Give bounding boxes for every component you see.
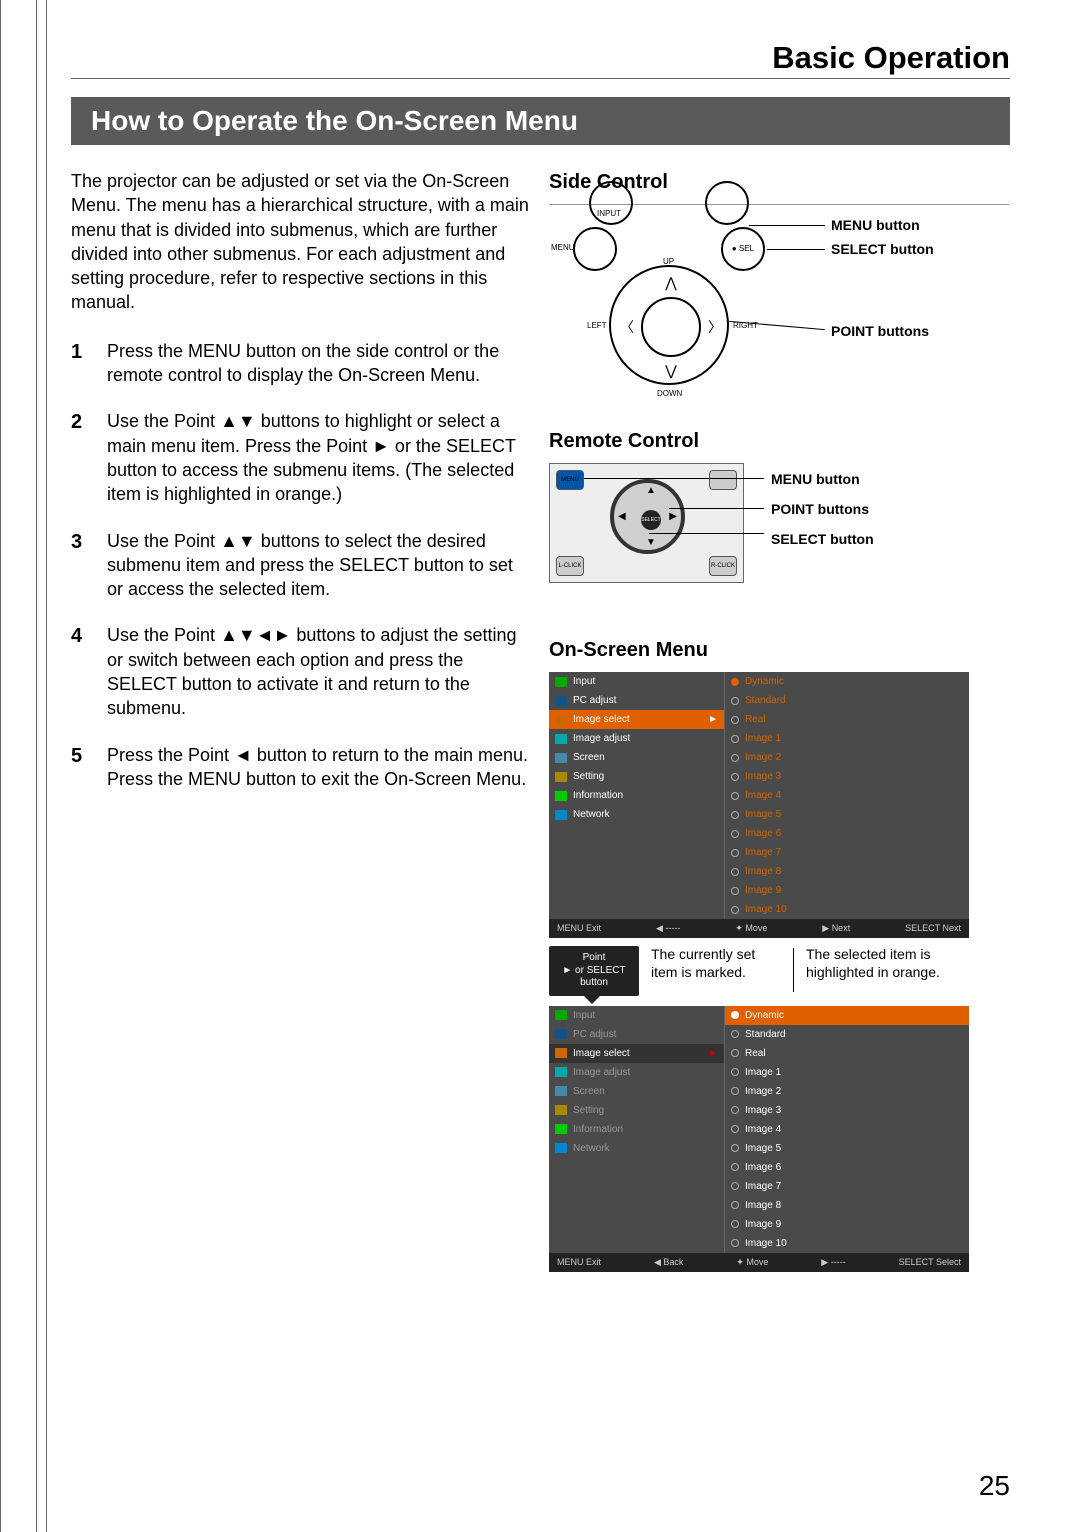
remote-rclick-icon: R-CLICK (709, 556, 737, 576)
remote-select-icon: SELECT (641, 510, 661, 530)
osm-right-item: Image 9 (725, 1215, 969, 1234)
step-1: Press the MENU button on the side contro… (71, 339, 531, 388)
footer-next: ▶ Next (822, 923, 850, 934)
osm-right-item: Image 2 (725, 748, 969, 767)
step-4: Use the Point ▲▼◄► buttons to adjust the… (71, 623, 531, 720)
osm-right-item: Standard (725, 691, 969, 710)
osm-left-item: Information (549, 786, 724, 805)
osm-right-item: Image 4 (725, 786, 969, 805)
input-button-icon (589, 181, 633, 225)
right-arrow-icon: 〉 (708, 317, 722, 337)
remote-diagram: MENU L-CLICK R-CLICK SELECT ▲ ▼ ◀ ▶ MENU… (549, 463, 1009, 613)
footer2-exit: MENU Exit (557, 1257, 601, 1268)
input-label: INPUT (597, 209, 621, 218)
osm-right-item: Image 8 (725, 862, 969, 881)
intro-text: The projector can be adjusted or set via… (71, 169, 531, 315)
menu-button-icon (573, 227, 617, 271)
osm-left-item: Setting (549, 767, 724, 786)
osm-left-item: Screen (549, 1082, 724, 1101)
point-tag: Point ► or SELECT button (549, 946, 639, 996)
footer2-select: SELECT Select (899, 1257, 961, 1268)
footer-select: SELECT Next (905, 923, 961, 934)
menu-label: MENU (551, 243, 575, 252)
menu-callout: MENU button (831, 217, 920, 233)
osm-left-item: Image adjust (549, 1063, 724, 1082)
footer-back: ◀ ----- (656, 923, 680, 934)
osm-left-item: Input (549, 1006, 724, 1025)
remote-corner-icon (709, 470, 737, 490)
footer2-back: ◀ Back (654, 1257, 683, 1268)
osm-right-item: Image 6 (725, 824, 969, 843)
osm-right-item: Image 6 (725, 1158, 969, 1177)
osm-right-item: Standard (725, 1025, 969, 1044)
osm-right-item: Image 9 (725, 881, 969, 900)
remote-point-callout: POINT buttons (771, 501, 869, 517)
osm-right-item: Image 1 (725, 1063, 969, 1082)
osm-right-item: Image 7 (725, 843, 969, 862)
point-wheel-icon: ⋀ ⋁ 〈 〉 (609, 265, 729, 385)
osm-right-item: Image 2 (725, 1082, 969, 1101)
side-control-diagram: INPUT MENU ● SEL ⋀ ⋁ 〈 〉 UP DOWN LEFT RI… (549, 204, 1009, 404)
select-button-icon: ● SEL (721, 227, 765, 271)
footer2-next: ▶ ----- (821, 1257, 845, 1268)
step-3: Use the Point ▲▼ buttons to select the d… (71, 529, 531, 602)
osm-right-item: Dynamic (725, 672, 969, 691)
remote-select-callout: SELECT button (771, 531, 874, 547)
osm-left-item: PC adjust (549, 1025, 724, 1044)
osm-right-item: Image 1 (725, 729, 969, 748)
osm-right-item: Image 4 (725, 1120, 969, 1139)
down-arrow-icon: ⋁ (665, 363, 676, 380)
osm-left-item: Information (549, 1120, 724, 1139)
select-callout: SELECT button (831, 241, 934, 257)
osm-panel-1: InputPC adjustImage select►Image adjustS… (549, 672, 969, 938)
osm-right-item: Image 3 (725, 767, 969, 786)
osm-left-item: Network (549, 805, 724, 824)
remote-lclick-icon: L-CLICK (556, 556, 584, 576)
osm-left-item: Input (549, 672, 724, 691)
osm-left-item: Image select► (549, 1044, 724, 1063)
remote-heading: Remote Control (549, 430, 1009, 453)
osm-right-item: Image 5 (725, 805, 969, 824)
osm-left-item: Network (549, 1139, 724, 1158)
point-callout: POINT buttons (831, 323, 929, 339)
up-arrow-icon: ⋀ (665, 275, 676, 292)
left-label: LEFT (587, 321, 607, 330)
remote-menu-icon: MENU (556, 470, 584, 490)
osm-heading: On-Screen Menu (549, 639, 1009, 662)
left-arrow-icon: 〈 (620, 317, 634, 337)
note-selected: The selected item is highlighted in oran… (806, 946, 976, 981)
step-5: Press the Point ◄ button to return to th… (71, 743, 531, 792)
osm-right-item: Dynamic (725, 1006, 969, 1025)
osm-right-item: Image 5 (725, 1139, 969, 1158)
chapter-heading: Basic Operation (71, 40, 1010, 79)
note-current: The currently set item is marked. (651, 946, 781, 981)
lamp-button-icon (705, 181, 749, 225)
osm-left-item: Setting (549, 1101, 724, 1120)
osm-left-item: Screen (549, 748, 724, 767)
down-label: DOWN (657, 389, 682, 398)
osm-left-item: Image adjust (549, 729, 724, 748)
osm-left-item: PC adjust (549, 691, 724, 710)
section-title: How to Operate the On-Screen Menu (71, 97, 1010, 145)
up-label: UP (663, 257, 674, 266)
osm-panel-2: InputPC adjustImage select►Image adjustS… (549, 1006, 969, 1272)
osm-right-item: Image 10 (725, 900, 969, 919)
footer-exit: MENU Exit (557, 923, 601, 934)
osm-right-item: Image 10 (725, 1234, 969, 1253)
footer-move: ✦ Move (735, 923, 767, 934)
osm-right-item: Image 3 (725, 1101, 969, 1120)
osm-left-item: Image select► (549, 710, 724, 729)
remote-wheel-icon: SELECT ▲ ▼ ◀ ▶ (610, 479, 685, 554)
footer2-move: ✦ Move (736, 1257, 768, 1268)
osm-right-item: Real (725, 710, 969, 729)
page-number: 25 (979, 1470, 1010, 1502)
osm-right-item: Image 8 (725, 1196, 969, 1215)
osm-right-item: Real (725, 1044, 969, 1063)
osm-right-item: Image 7 (725, 1177, 969, 1196)
remote-menu-callout: MENU button (771, 471, 860, 487)
step-2: Use the Point ▲▼ buttons to highlight or… (71, 409, 531, 506)
